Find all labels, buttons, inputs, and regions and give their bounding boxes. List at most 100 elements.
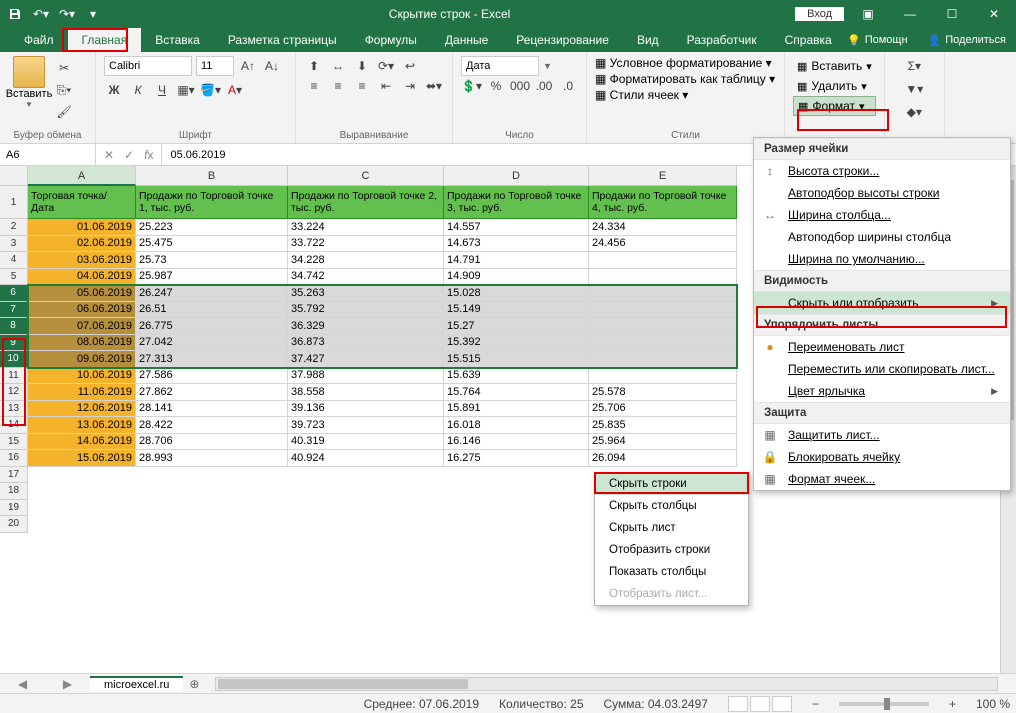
table-header-cell[interactable]: Продажи по Торговой точке 4, тыс. руб. (589, 186, 737, 219)
row-header[interactable]: 3 (0, 236, 28, 253)
table-cell[interactable] (589, 335, 737, 352)
tell-me-label[interactable]: Помощн (865, 34, 908, 46)
share-icon[interactable]: 👤 (928, 34, 942, 47)
align-left-icon[interactable]: ≡ (304, 76, 324, 96)
table-cell[interactable]: 40.924 (288, 450, 444, 467)
table-cell[interactable]: 25.964 (589, 434, 737, 451)
row-header[interactable]: 15 (0, 434, 28, 451)
table-cell[interactable]: 25.987 (136, 269, 288, 286)
zoom-level[interactable]: 100 % (976, 697, 1010, 711)
table-header-cell[interactable]: Продажи по Торговой точке 3, тыс. руб. (444, 186, 589, 219)
table-cell[interactable] (589, 285, 737, 302)
ctx-show-cols[interactable]: Показать столбцы (595, 561, 748, 583)
delete-cells-button[interactable]: ▦ Удалить ▾ (793, 76, 876, 96)
sheet-tab[interactable]: microexcel.ru (90, 676, 183, 692)
ctx-hide-cols[interactable]: Скрыть столбцы (595, 495, 748, 517)
row-header[interactable]: 20 (0, 516, 28, 533)
table-cell[interactable]: 05.06.2019 (28, 285, 136, 302)
table-cell[interactable]: 16.275 (444, 450, 589, 467)
table-cell[interactable]: 15.028 (444, 285, 589, 302)
confirm-formula-icon[interactable]: ✓ (124, 148, 134, 162)
row-header[interactable]: 13 (0, 401, 28, 418)
table-cell[interactable]: 34.742 (288, 269, 444, 286)
view-pagebreak-icon[interactable] (772, 696, 792, 712)
table-cell[interactable]: 15.27 (444, 318, 589, 335)
tab-help[interactable]: Справка (771, 28, 846, 52)
row-header[interactable]: 5 (0, 269, 28, 286)
table-cell[interactable]: 36.873 (288, 335, 444, 352)
clear-icon[interactable]: ◆▾ (893, 102, 936, 122)
ctx-show-rows[interactable]: Отобразить строки (595, 539, 748, 561)
merge-icon[interactable]: ⬌▾ (424, 76, 444, 96)
table-cell[interactable]: 09.06.2019 (28, 351, 136, 368)
view-normal-icon[interactable] (728, 696, 748, 712)
tab-review[interactable]: Рецензирование (502, 28, 623, 52)
fmt-cell-format[interactable]: ▦Формат ячеек... (754, 468, 1010, 490)
col-header[interactable]: D (444, 166, 589, 186)
table-cell[interactable]: 28.706 (136, 434, 288, 451)
align-right-icon[interactable]: ≡ (352, 76, 372, 96)
row-header[interactable]: 7 (0, 302, 28, 319)
tab-view[interactable]: Вид (623, 28, 673, 52)
fmt-default-width[interactable]: Ширина по умолчанию... (754, 248, 1010, 270)
align-bottom-icon[interactable]: ⬇ (352, 56, 372, 76)
zoom-in-icon[interactable]: + (949, 697, 956, 711)
sheet-add-button[interactable]: ⊕ (183, 677, 205, 691)
fill-icon[interactable]: ▼▾ (893, 79, 936, 99)
view-layout-icon[interactable] (750, 696, 770, 712)
fx-icon[interactable]: fx (144, 148, 153, 162)
tab-pagelayout[interactable]: Разметка страницы (214, 28, 351, 52)
table-cell[interactable]: 08.06.2019 (28, 335, 136, 352)
table-cell[interactable]: 25.73 (136, 252, 288, 269)
table-cell[interactable]: 01.06.2019 (28, 219, 136, 236)
row-header[interactable]: 11 (0, 368, 28, 385)
fmt-tab-color[interactable]: Цвет ярлычка▶ (754, 380, 1010, 402)
tab-developer[interactable]: Разработчик (673, 28, 771, 52)
table-cell[interactable]: 14.557 (444, 219, 589, 236)
table-cell[interactable] (589, 368, 737, 385)
login-button[interactable]: Вход (795, 7, 844, 21)
table-cell[interactable]: 15.149 (444, 302, 589, 319)
tab-data[interactable]: Данные (431, 28, 502, 52)
tell-me-icon[interactable]: 💡 (847, 34, 861, 47)
table-cell[interactable]: 25.223 (136, 219, 288, 236)
table-cell[interactable]: 15.639 (444, 368, 589, 385)
table-cell[interactable]: 07.06.2019 (28, 318, 136, 335)
row-header[interactable]: 14 (0, 417, 28, 434)
close-icon[interactable]: ✕ (976, 3, 1012, 25)
fmt-auto-col-width[interactable]: Автоподбор ширины столбца (754, 226, 1010, 248)
table-cell[interactable]: 15.764 (444, 384, 589, 401)
table-cell[interactable]: 13.06.2019 (28, 417, 136, 434)
fmt-col-width[interactable]: ↔Ширина столбца... (754, 204, 1010, 226)
table-header-cell[interactable]: Продажи по Торговой точке 2, тыс. руб. (288, 186, 444, 219)
table-cell[interactable]: 26.775 (136, 318, 288, 335)
undo-icon[interactable]: ↶▾ (30, 3, 52, 25)
border-icon[interactable]: ▦▾ (176, 80, 196, 100)
horizontal-scrollbar[interactable] (215, 677, 998, 691)
row-header[interactable]: 12 (0, 384, 28, 401)
format-cells-button[interactable]: ▦ Формат ▾ (793, 96, 876, 116)
fmt-protect-sheet[interactable]: ▦Защитить лист... (754, 424, 1010, 446)
cell-styles-button[interactable]: ▦ Стили ячеек ▾ (595, 88, 776, 102)
table-cell[interactable]: 16.146 (444, 434, 589, 451)
share-label[interactable]: Поделиться (945, 34, 1006, 46)
table-cell[interactable]: 39.136 (288, 401, 444, 418)
row-header[interactable]: 17 (0, 467, 28, 484)
tab-file[interactable]: Файл (10, 28, 68, 52)
fillcolor-icon[interactable]: 🪣▾ (200, 80, 221, 100)
table-cell[interactable]: 16.018 (444, 417, 589, 434)
table-cell[interactable]: 11.06.2019 (28, 384, 136, 401)
table-cell[interactable]: 27.862 (136, 384, 288, 401)
table-cell[interactable]: 36.329 (288, 318, 444, 335)
col-header[interactable]: E (589, 166, 737, 186)
table-cell[interactable]: 10.06.2019 (28, 368, 136, 385)
copy-icon[interactable]: ⎘▾ (54, 80, 74, 100)
zoom-out-icon[interactable]: − (812, 697, 819, 711)
table-cell[interactable]: 27.313 (136, 351, 288, 368)
redo-icon[interactable]: ↷▾ (56, 3, 78, 25)
zoom-slider[interactable] (839, 702, 929, 706)
tab-insert[interactable]: Вставка (141, 28, 214, 52)
table-cell[interactable]: 25.835 (589, 417, 737, 434)
row-header[interactable]: 19 (0, 500, 28, 517)
fmt-row-height[interactable]: ↕Высота строки... (754, 160, 1010, 182)
